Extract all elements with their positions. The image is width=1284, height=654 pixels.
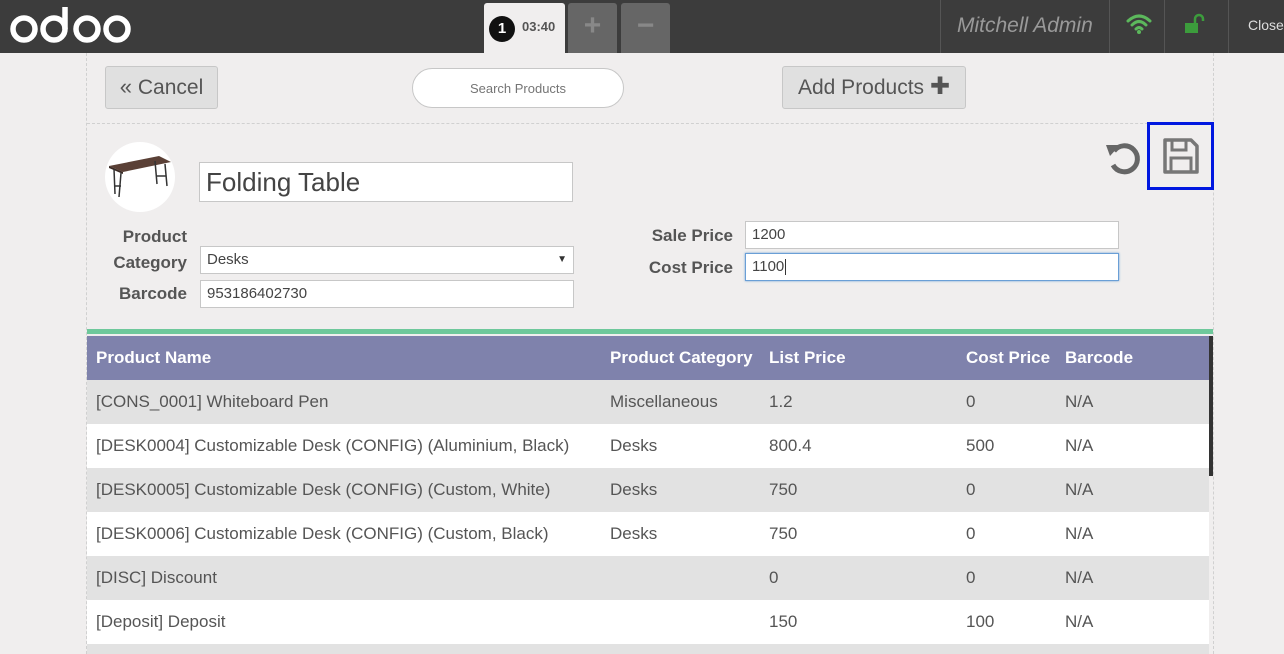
cell-cost-price: 0	[966, 524, 976, 543]
undo-icon[interactable]	[1105, 139, 1143, 182]
order-number-badge: 1	[489, 16, 515, 42]
delete-order-button[interactable]: −	[621, 3, 670, 53]
cell-category: Desks	[610, 480, 658, 499]
cell-list-price: 1.2	[769, 392, 793, 411]
pos-top-bar: 1 03:40 + − Mitchell Admin Close	[0, 0, 1284, 53]
column-header: Barcode	[1065, 348, 1134, 367]
cell-list-price: 150	[769, 612, 798, 631]
caret-down-icon: ▼	[557, 254, 567, 265]
product-category-select[interactable]: Desks ▼	[200, 246, 574, 274]
column-header: Product Name	[96, 348, 212, 367]
table-row[interactable]: [Deposit] Deposit 150 100 N/A	[87, 600, 1209, 644]
divider	[1228, 0, 1229, 53]
floppy-disk-icon	[1163, 138, 1199, 174]
search-input[interactable]	[412, 68, 624, 108]
cell-cost-price: 0	[966, 480, 976, 499]
table-row[interactable]: [DISC] Discount 0 0 N/A	[87, 556, 1209, 600]
cell-barcode: N/A	[1065, 436, 1094, 455]
sale-price-input[interactable]: 1200	[745, 221, 1119, 249]
table-row[interactable]: [CONS_0001] Whiteboard Pen Miscellaneous…	[87, 380, 1209, 424]
list-scrollbar[interactable]	[1209, 336, 1213, 476]
order-tab[interactable]: 1 03:40	[484, 3, 565, 53]
double-chevron-left-icon: «	[119, 74, 133, 99]
label-line: Product	[122, 227, 187, 246]
odoo-logo	[10, 4, 134, 53]
label-line: Category	[113, 253, 187, 272]
product-image[interactable]	[105, 142, 175, 212]
save-button[interactable]	[1147, 122, 1214, 190]
add-products-button[interactable]: Add Products ✚	[782, 66, 966, 109]
cell-product-name: [DESK0005] Customizable Desk (CONFIG) (C…	[96, 480, 551, 499]
cost-price-input[interactable]: 1100	[745, 253, 1119, 281]
table-row[interactable]	[87, 644, 1209, 654]
product-table-header: Product Name Product Category List Price…	[87, 336, 1209, 380]
table-row[interactable]: [DESK0006] Customizable Desk (CONFIG) (C…	[87, 512, 1209, 556]
toolbar: « Cancel Add Products ✚	[87, 53, 1213, 124]
order-time: 03:40	[522, 19, 556, 34]
cell-barcode: N/A	[1065, 524, 1094, 543]
cell-product-name: [Deposit] Deposit	[96, 612, 226, 631]
cell-category: Miscellaneous	[610, 392, 718, 411]
barcode-input[interactable]: 953186402730	[200, 280, 574, 308]
cell-product-name: [DESK0004] Customizable Desk (CONFIG) (A…	[96, 436, 570, 455]
sale-price-label: Sale Price	[651, 226, 733, 245]
barcode-label: Barcode	[118, 284, 187, 303]
user-name[interactable]: Mitchell Admin	[957, 14, 1093, 38]
plus-icon: ✚	[929, 73, 951, 100]
cell-product-name: [DESK0006] Customizable Desk (CONFIG) (C…	[96, 524, 549, 543]
cell-barcode: N/A	[1065, 392, 1094, 411]
cell-list-price: 750	[769, 524, 798, 543]
close-button[interactable]: Close	[1248, 17, 1284, 33]
cell-barcode: N/A	[1065, 612, 1094, 631]
cell-barcode: N/A	[1065, 568, 1094, 587]
product-name-input[interactable]: Folding Table	[199, 162, 573, 202]
text-caret	[785, 259, 787, 276]
table-row[interactable]: [DESK0004] Customizable Desk (CONFIG) (A…	[87, 424, 1209, 468]
add-products-label: Add Products	[797, 76, 925, 99]
divider	[1109, 0, 1110, 53]
column-header: Cost Price	[966, 348, 1051, 367]
cell-cost-price: 0	[966, 568, 976, 587]
cell-cost-price: 100	[966, 612, 995, 631]
column-header: Product Category	[610, 348, 753, 367]
cell-category: Desks	[610, 436, 658, 455]
table-row[interactable]: [DESK0005] Customizable Desk (CONFIG) (C…	[87, 468, 1209, 512]
cost-price-label: Cost Price	[648, 258, 733, 277]
cell-list-price: 0	[769, 568, 779, 587]
category-selected-value: Desks	[207, 251, 249, 268]
cancel-button-label: Cancel	[137, 76, 204, 99]
cell-list-price: 750	[769, 480, 798, 499]
cell-cost-price: 0	[966, 392, 976, 411]
cell-category: Desks	[610, 524, 658, 543]
divider	[940, 0, 941, 53]
product-editor-panel: « Cancel Add Products ✚ Folding Table Pr…	[86, 53, 1214, 654]
cell-list-price: 800.4	[769, 436, 812, 455]
cell-barcode: N/A	[1065, 480, 1094, 499]
cell-cost-price: 500	[966, 436, 995, 455]
cancel-button[interactable]: « Cancel	[105, 66, 218, 109]
product-category-label: Product Category	[87, 224, 187, 276]
add-order-button[interactable]: +	[568, 3, 617, 53]
cell-product-name: [CONS_0001] Whiteboard Pen	[96, 392, 329, 411]
cost-price-value: 1100	[752, 258, 785, 275]
wifi-icon[interactable]	[1126, 13, 1152, 40]
unlock-icon[interactable]	[1183, 13, 1205, 40]
column-header: List Price	[769, 348, 846, 367]
list-accent-bar	[87, 329, 1213, 334]
divider	[1164, 0, 1165, 53]
cell-product-name: [DISC] Discount	[96, 568, 217, 587]
